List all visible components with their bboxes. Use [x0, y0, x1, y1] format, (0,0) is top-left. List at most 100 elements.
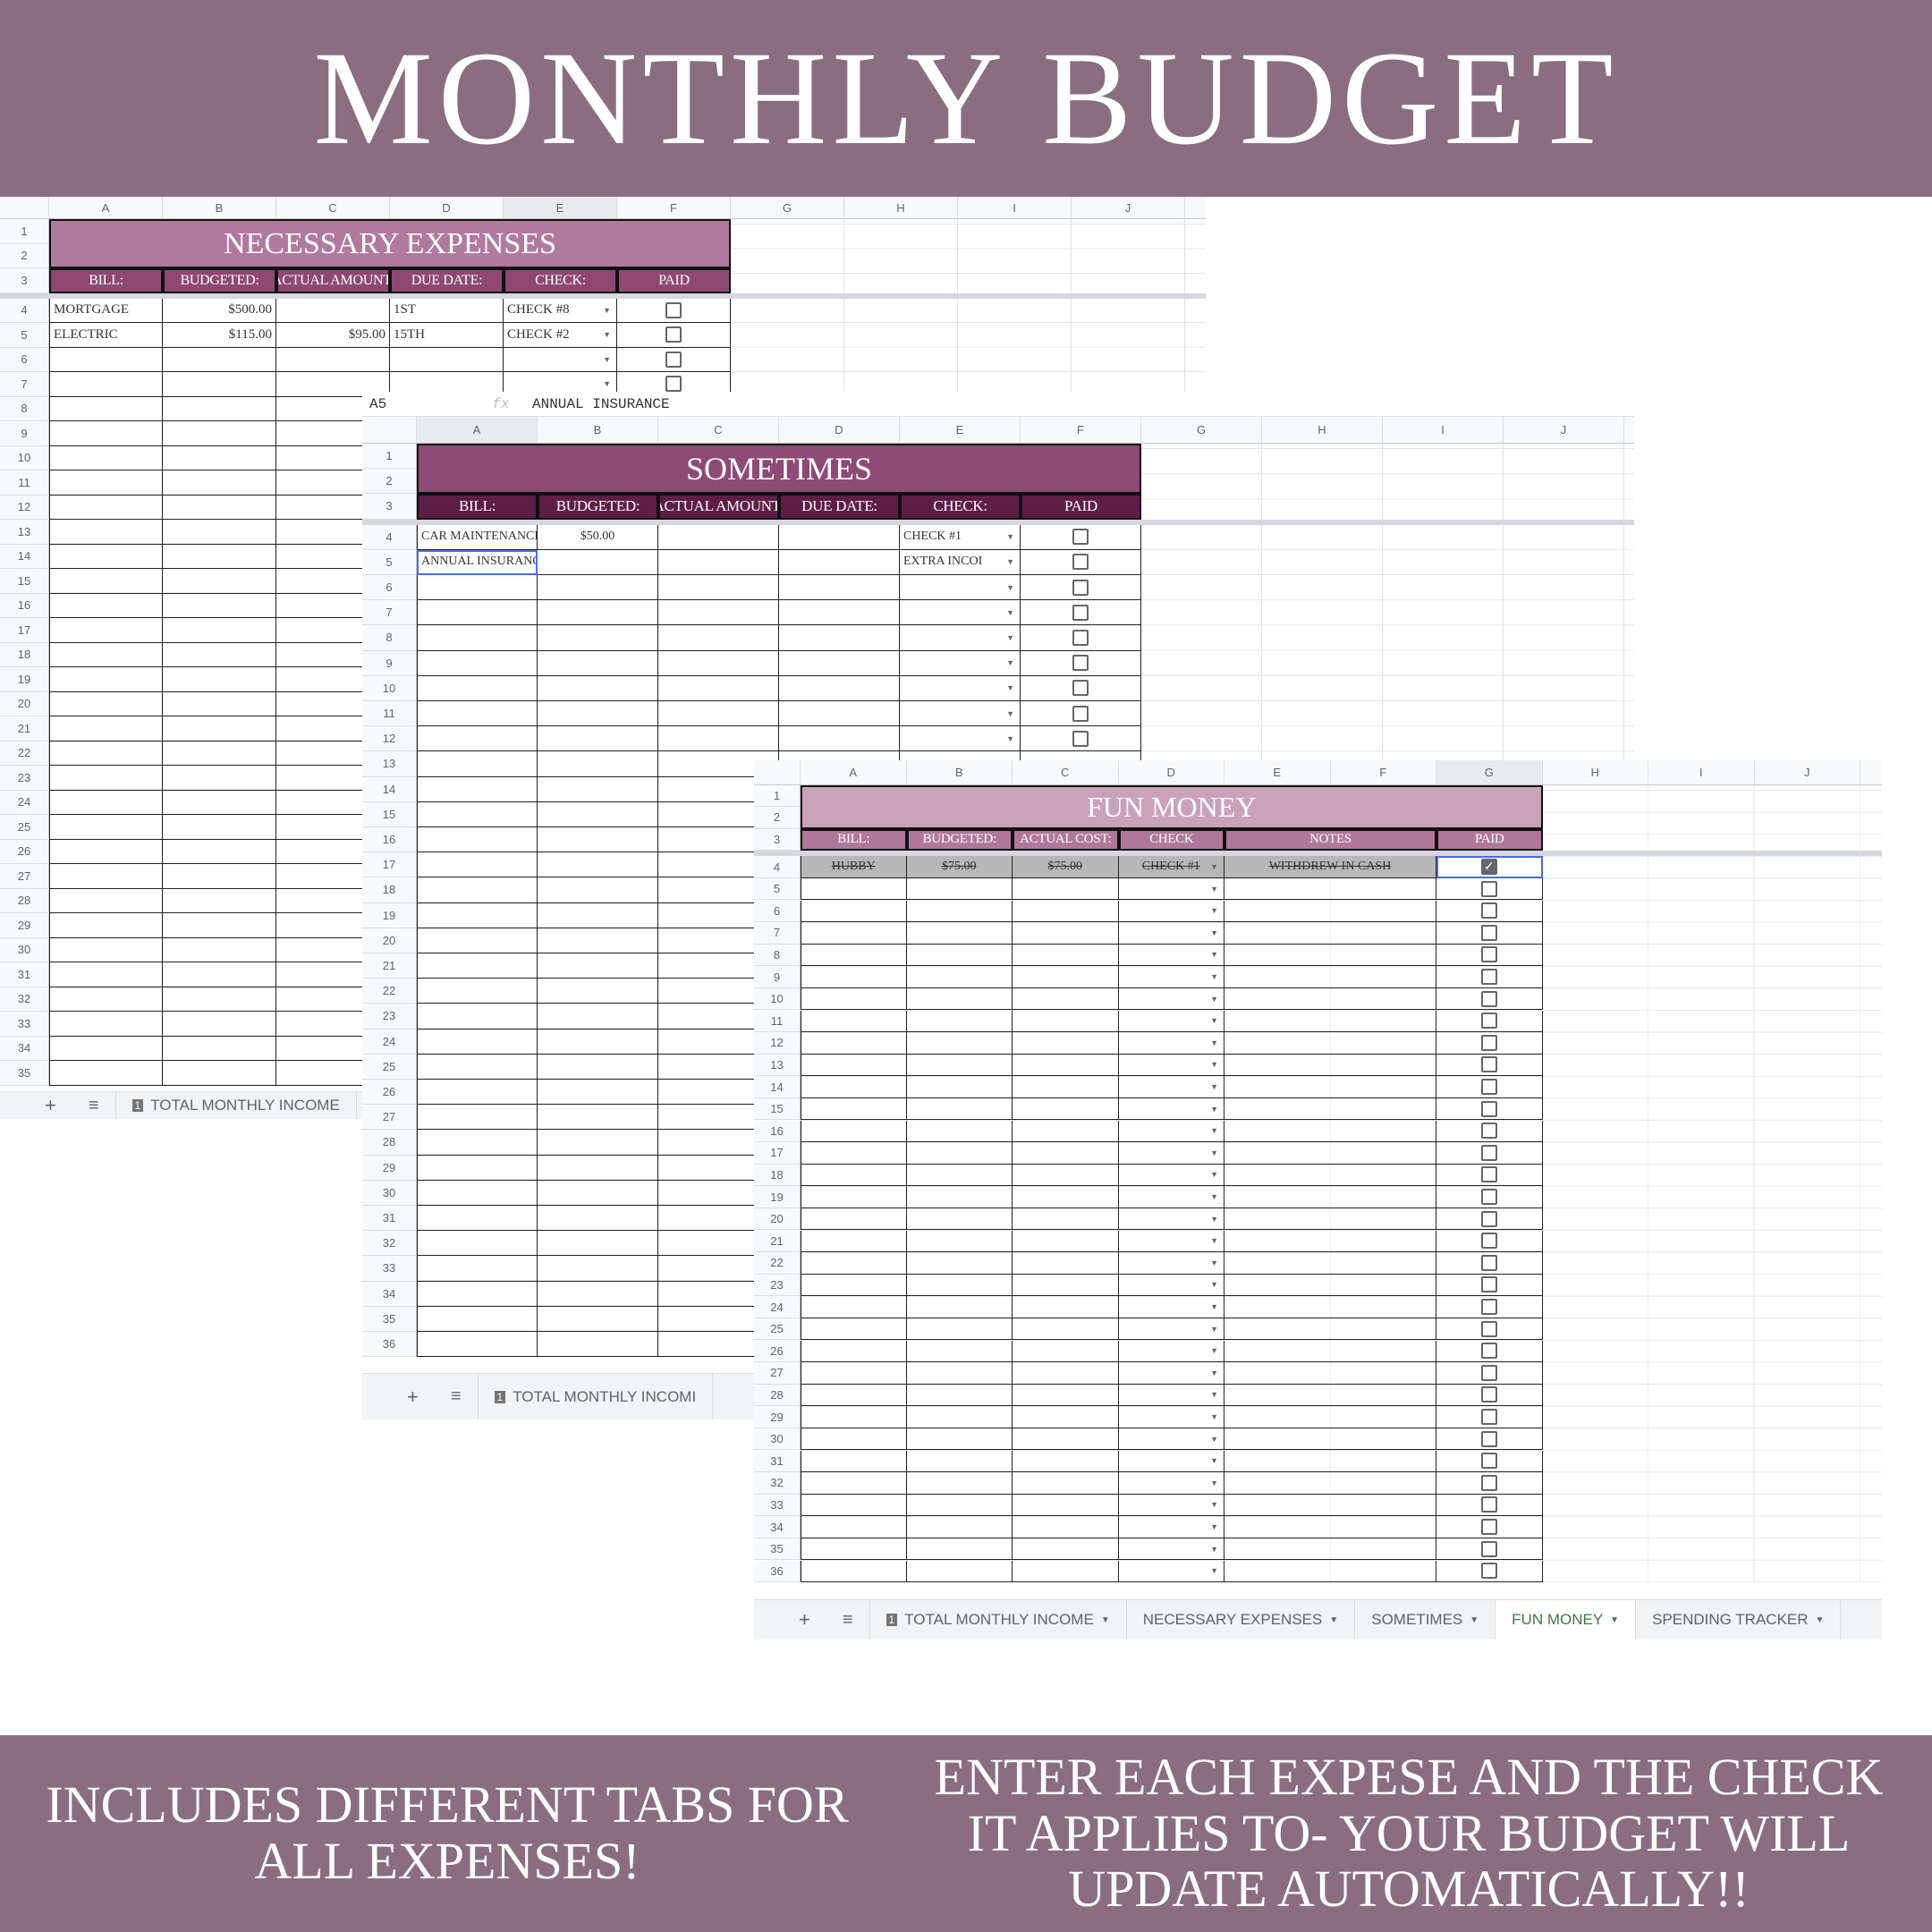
dropdown-arrow-icon[interactable]: ▼: [1210, 1346, 1218, 1355]
table-cell[interactable]: [538, 549, 658, 575]
table-cell[interactable]: [1013, 877, 1119, 901]
table-cell[interactable]: [417, 827, 538, 853]
row-header[interactable]: 9: [754, 966, 801, 988]
dropdown-arrow-icon[interactable]: ▼: [1006, 709, 1014, 718]
column-header-a[interactable]: A: [49, 197, 163, 219]
table-cell[interactable]: [163, 642, 276, 667]
table-cell[interactable]: [49, 495, 163, 520]
table-cell[interactable]: 15TH: [390, 323, 504, 348]
table-cell[interactable]: [49, 421, 163, 446]
row-header[interactable]: 32: [754, 1472, 801, 1495]
column-header-h[interactable]: H: [844, 197, 958, 219]
table-cell[interactable]: CAR MAINTENANCE: [417, 524, 538, 550]
check-dropdown[interactable]: ▼: [1118, 987, 1224, 1011]
row-header[interactable]: 33: [754, 1494, 801, 1517]
paid-checkbox[interactable]: [1480, 946, 1497, 963]
row-header[interactable]: 35: [0, 1061, 49, 1086]
row-header[interactable]: 19: [362, 902, 417, 928]
table-cell[interactable]: [801, 1516, 907, 1538]
row-header[interactable]: 8: [0, 396, 49, 421]
table-cell[interactable]: HUBBY: [801, 856, 907, 878]
row-header[interactable]: 32: [362, 1231, 417, 1257]
table-cell[interactable]: [801, 987, 907, 1011]
dropdown-arrow-icon[interactable]: ▼: [1210, 995, 1218, 1004]
table-cell[interactable]: [49, 716, 163, 741]
table-cell[interactable]: [49, 741, 163, 766]
table-cell[interactable]: [779, 675, 900, 701]
add-sheet-button[interactable]: +: [754, 1600, 826, 1640]
check-dropdown[interactable]: ▼: [1118, 1516, 1224, 1538]
row-header[interactable]: 13: [362, 751, 417, 777]
table-cell[interactable]: [538, 902, 658, 928]
paid-checkbox[interactable]: [1480, 1496, 1497, 1513]
dropdown-arrow-icon[interactable]: ▼: [1006, 532, 1014, 541]
table-cell[interactable]: [658, 650, 779, 676]
dropdown-arrow-icon[interactable]: ▼: [1006, 734, 1014, 743]
table-cell[interactable]: [1013, 1032, 1119, 1055]
row-header[interactable]: 22: [754, 1252, 801, 1275]
row-header[interactable]: 1: [0, 219, 49, 244]
check-dropdown[interactable]: ▼: [504, 347, 617, 372]
paid-checkbox[interactable]: [1480, 1034, 1497, 1051]
dropdown-arrow-icon[interactable]: ▼: [1210, 1302, 1218, 1311]
row-header[interactable]: 3: [0, 268, 49, 293]
table-cell[interactable]: [906, 1494, 1013, 1517]
table-cell[interactable]: [417, 1004, 538, 1030]
row-header[interactable]: 10: [0, 445, 49, 470]
row-header[interactable]: 25: [0, 815, 49, 840]
table-cell[interactable]: [49, 1036, 163, 1061]
paid-checkbox[interactable]: [1480, 1519, 1497, 1536]
check-dropdown[interactable]: ▼: [1118, 1450, 1224, 1473]
column-header-g[interactable]: G: [1141, 417, 1262, 444]
table-cell[interactable]: [49, 790, 163, 815]
table-cell[interactable]: [1224, 1428, 1436, 1451]
table-cell[interactable]: [163, 1012, 276, 1037]
dropdown-arrow-icon[interactable]: ▼: [1006, 658, 1014, 667]
paid-checkbox[interactable]: [1480, 1166, 1497, 1183]
row-header[interactable]: 24: [0, 790, 49, 815]
table-cell[interactable]: [658, 524, 779, 550]
table-cell[interactable]: [1224, 944, 1436, 967]
table-cell[interactable]: [1224, 1076, 1436, 1098]
table-cell[interactable]: [49, 372, 163, 397]
table-cell[interactable]: [163, 888, 276, 913]
dropdown-arrow-icon[interactable]: ▼: [1006, 633, 1014, 642]
table-cell[interactable]: [163, 667, 276, 692]
table-cell[interactable]: [163, 520, 276, 545]
dropdown-arrow-icon[interactable]: ▼: [1210, 1500, 1218, 1509]
table-cell[interactable]: [1224, 1450, 1436, 1473]
table-cell[interactable]: [1013, 1560, 1119, 1583]
dropdown-arrow-icon[interactable]: ▼: [1210, 1479, 1218, 1487]
table-cell[interactable]: [1013, 1538, 1119, 1561]
paid-cell[interactable]: [1436, 1318, 1543, 1341]
paid-checkbox[interactable]: [1480, 1386, 1497, 1403]
table-cell[interactable]: 1ST: [390, 298, 504, 323]
row-header[interactable]: 27: [754, 1362, 801, 1385]
dropdown-arrow-icon[interactable]: ▼: [1006, 608, 1014, 617]
paid-checkbox[interactable]: [1072, 629, 1089, 646]
paid-cell[interactable]: [617, 298, 731, 323]
all-sheets-button[interactable]: ≡: [826, 1600, 870, 1640]
table-cell[interactable]: [49, 937, 163, 962]
table-cell[interactable]: [163, 396, 276, 421]
dropdown-arrow-icon[interactable]: ▼: [1210, 885, 1218, 894]
table-cell[interactable]: [417, 726, 538, 752]
paid-checkbox[interactable]: [1072, 655, 1089, 672]
table-cell[interactable]: [801, 966, 907, 988]
paid-cell[interactable]: [1021, 650, 1141, 676]
table-cell[interactable]: [801, 1164, 907, 1187]
paid-checkbox[interactable]: [1480, 969, 1497, 986]
paid-checkbox[interactable]: [1480, 1144, 1497, 1161]
table-cell[interactable]: [801, 1252, 907, 1275]
column-header-c[interactable]: C: [658, 417, 779, 444]
row-header[interactable]: 5: [0, 323, 49, 348]
table-cell[interactable]: [1224, 877, 1436, 901]
row-header[interactable]: 36: [754, 1560, 801, 1583]
table-cell[interactable]: [1224, 1032, 1436, 1055]
table-cell[interactable]: [49, 815, 163, 840]
table-cell[interactable]: [417, 1332, 538, 1358]
tab-spending-tracker[interactable]: SPENDING TRACKER ▼: [1636, 1600, 1842, 1640]
table-cell[interactable]: [417, 1256, 538, 1282]
paid-checkbox[interactable]: [1072, 529, 1089, 546]
paid-checkbox[interactable]: [1480, 1320, 1497, 1337]
